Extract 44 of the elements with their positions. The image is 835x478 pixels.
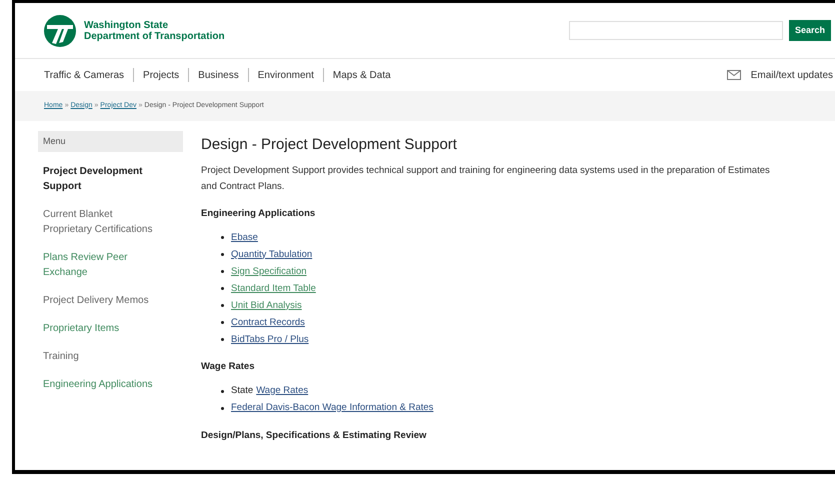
intro-paragraph: Project Development Support provides technical support and training for engineering data systems used in the preparation of Estimates and Contract Plans. xyxy=(201,164,771,194)
section-heading: Wage Rates xyxy=(201,360,256,374)
nav-link[interactable]: Business xyxy=(198,68,239,82)
agency-name: Department of Transportation xyxy=(84,30,225,42)
list-link[interactable]: Unit Bid Analysis xyxy=(231,298,302,313)
menu-heading: Menu xyxy=(38,131,183,152)
logo-icon[interactable] xyxy=(44,14,76,46)
list-link[interactable]: Wage Rates xyxy=(256,384,308,398)
bullet-icon xyxy=(221,390,224,392)
bullet-icon xyxy=(221,287,224,290)
sidebar-item[interactable]: Engineering Applications xyxy=(43,377,153,392)
nav-link[interactable]: Projects xyxy=(143,68,180,82)
nav-link[interactable]: Traffic & Cameras xyxy=(44,68,124,82)
sidebar-item[interactable]: Project Development Support xyxy=(43,164,153,194)
bullet-icon xyxy=(221,304,224,308)
sidebar-item[interactable]: Plans Review Peer Exchange xyxy=(43,250,153,280)
list-text: State xyxy=(231,384,254,398)
agency-name: Washington State xyxy=(84,20,170,30)
list-link[interactable]: Federal Davis-Bacon Wage Information & Rates xyxy=(231,400,434,416)
bullet-icon xyxy=(221,270,224,274)
list-link[interactable]: BidTabs Pro / Plus xyxy=(231,332,309,347)
envelope-icon xyxy=(726,70,741,80)
section-heading: Design/Plans, Specifications & Estimating Review xyxy=(201,428,428,442)
sidebar-item[interactable]: Current Blanket Proprietary Certifications xyxy=(43,207,153,237)
search-field[interactable] xyxy=(568,21,783,40)
list-link[interactable]: Sign Specification xyxy=(231,264,307,279)
search-button[interactable]: Search xyxy=(788,20,831,41)
list-link[interactable]: Ebase xyxy=(231,230,258,245)
bullet-icon xyxy=(221,236,224,240)
bullet-icon xyxy=(221,253,224,256)
nav-link[interactable]: Environment xyxy=(258,68,314,82)
email-updates-link[interactable]: Email/text updates xyxy=(750,68,833,82)
sidebar-item[interactable]: Training xyxy=(43,349,79,364)
bullet-icon xyxy=(221,321,224,324)
list-link[interactable]: Quantity Tabulation xyxy=(231,248,312,262)
list-link[interactable]: Contract Records xyxy=(231,316,305,330)
bullet-icon xyxy=(221,406,224,410)
page-title: Design - Project Development Support xyxy=(201,136,458,154)
sidebar-item[interactable]: Proprietary Items xyxy=(43,321,120,336)
sidebar-item[interactable]: Project Delivery Memos xyxy=(43,293,149,308)
section-heading: Engineering Applications xyxy=(201,207,316,221)
bullet-icon xyxy=(221,338,224,342)
list-link[interactable]: Standard Item Table xyxy=(231,282,316,296)
nav-link[interactable]: Maps & Data xyxy=(332,68,391,82)
